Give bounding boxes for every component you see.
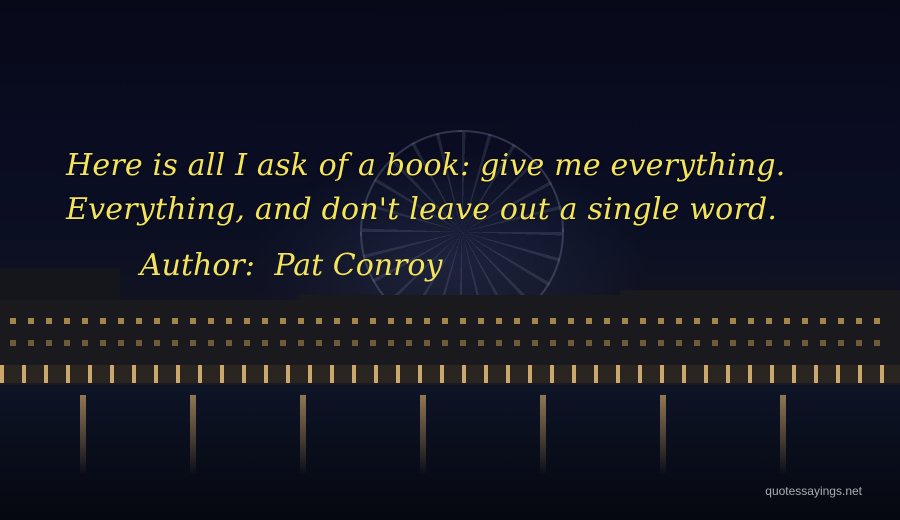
light-reflection	[660, 395, 666, 475]
window-lights	[10, 340, 890, 346]
light-reflection	[190, 395, 196, 475]
light-reflection	[780, 395, 786, 475]
dock-lights	[0, 365, 900, 383]
light-reflection	[420, 395, 426, 475]
author-credit: Author: Pat Conroy	[140, 244, 442, 288]
light-reflection	[300, 395, 306, 475]
watermark: quotessayings.net	[765, 484, 862, 498]
quote-image: Here is all I ask of a book: give me eve…	[0, 0, 900, 520]
author-label: Author:	[140, 248, 255, 283]
light-reflection	[80, 395, 86, 475]
quote-line-2: Everything, and don't leave out a single…	[66, 192, 778, 227]
light-reflection	[540, 395, 546, 475]
quote-line-1: Here is all I ask of a book: give me eve…	[66, 148, 786, 183]
quote-text: Here is all I ask of a book: give me eve…	[66, 144, 866, 232]
window-lights	[10, 318, 890, 324]
water	[0, 385, 900, 520]
author-name: Pat Conroy	[274, 248, 443, 283]
